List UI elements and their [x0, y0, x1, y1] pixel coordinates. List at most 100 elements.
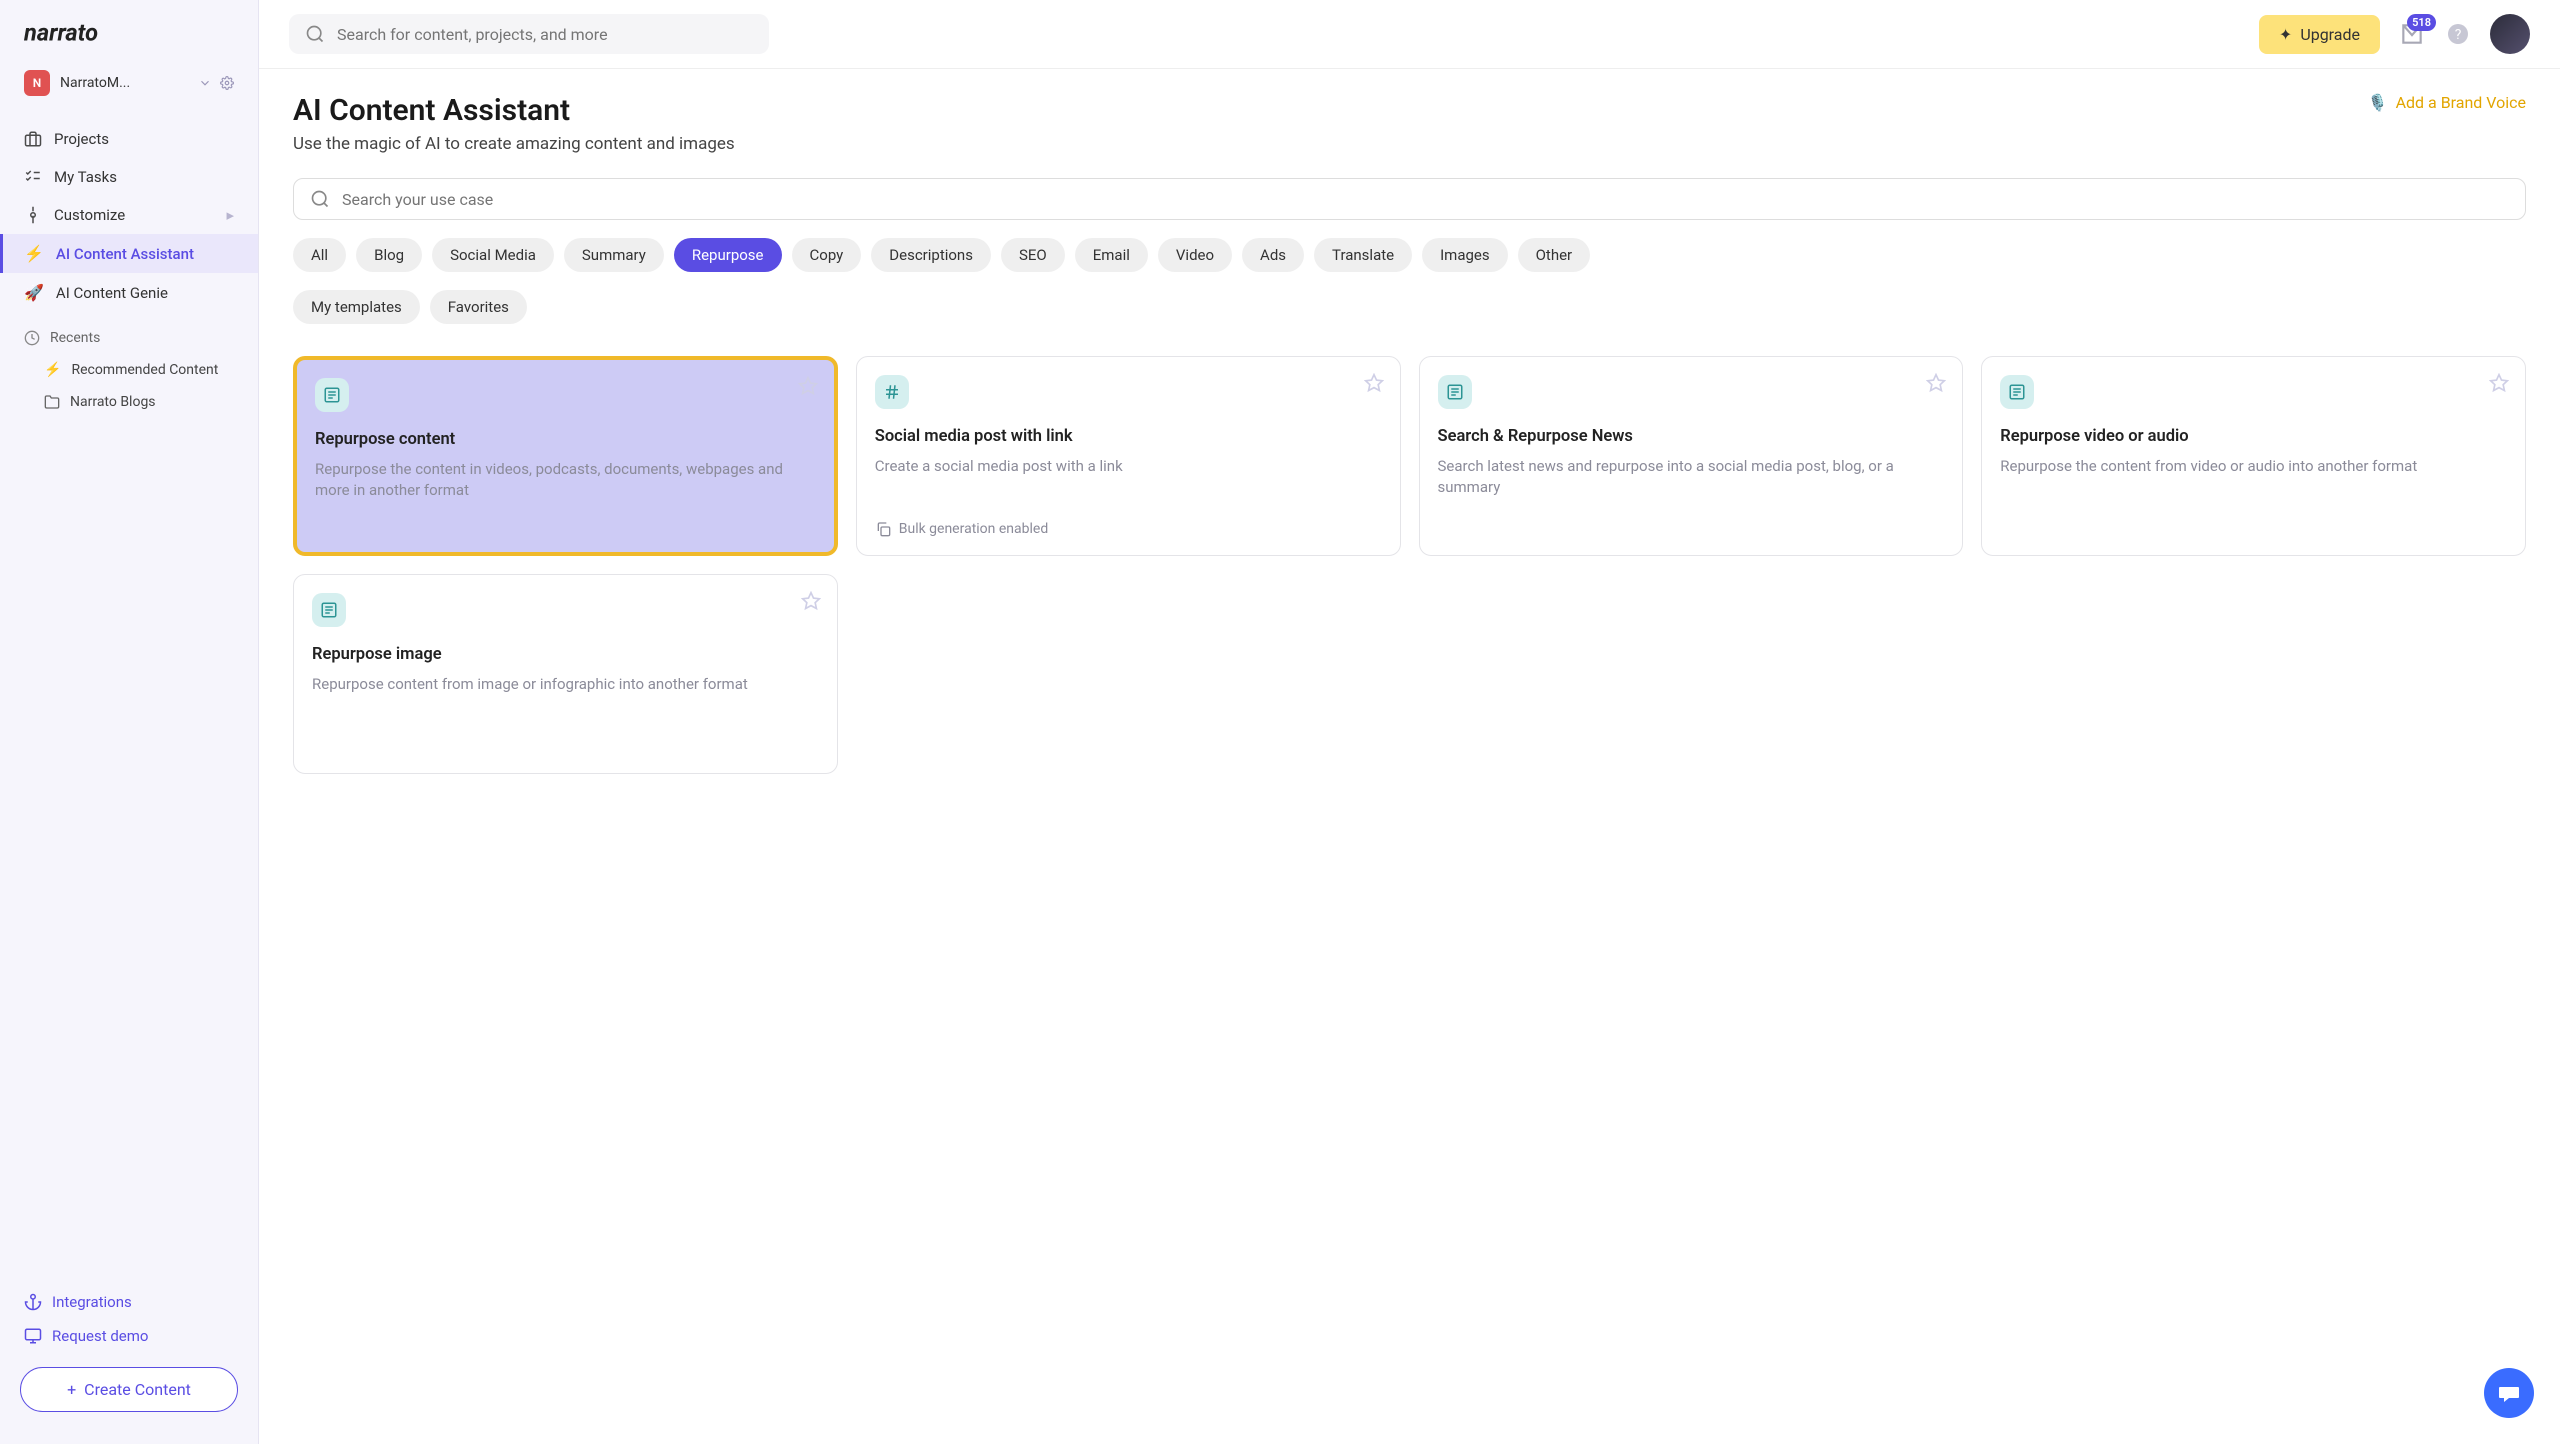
filter-row-1: All Blog Social Media Summary Repurpose Copy D…	[293, 238, 2526, 272]
chat-fab[interactable]	[2484, 1368, 2534, 1418]
favorite-star-icon[interactable]	[2489, 373, 2509, 393]
filter-chip-summary[interactable]: Summary	[564, 238, 664, 272]
copy-icon	[875, 521, 891, 537]
usecase-card[interactable]: Repurpose content Repurpose the content i…	[293, 356, 838, 556]
search-icon	[310, 189, 330, 209]
sidebar-item-ai-genie[interactable]: 🚀 AI Content Genie	[0, 273, 258, 312]
recents-header: Recents	[0, 312, 258, 354]
help-button[interactable]: ?	[2444, 20, 2472, 48]
filter-chip-blog[interactable]: Blog	[356, 238, 422, 272]
card-description: Repurpose the content in videos, podcast…	[315, 459, 816, 501]
rocket-icon: 🚀	[24, 283, 44, 302]
sidebar-item-label: Projects	[54, 130, 109, 148]
monitor-icon	[24, 1327, 42, 1345]
inbox-button[interactable]: 518	[2398, 20, 2426, 48]
clock-icon	[24, 330, 40, 346]
sidebar-item-label: AI Content Genie	[56, 284, 168, 302]
create-content-button[interactable]: + Create Content	[20, 1367, 238, 1412]
help-icon: ?	[2446, 22, 2470, 46]
recent-item-label: Recommended Content	[71, 362, 218, 378]
card-title: Social media post with link	[875, 427, 1382, 446]
favorite-star-icon[interactable]	[1364, 373, 1384, 393]
card-icon	[312, 593, 346, 627]
workspace-name: NarratoM...	[60, 75, 188, 91]
recent-item-label: Narrato Blogs	[70, 394, 156, 410]
usecase-card[interactable]: Repurpose image Repurpose content from im…	[293, 574, 838, 774]
sidebar-item-projects[interactable]: Projects	[0, 120, 258, 158]
mic-icon: 🎙️	[2368, 93, 2388, 112]
topbar: ✦ Upgrade 518 ?	[259, 0, 2560, 69]
card-title: Repurpose image	[312, 645, 819, 664]
usecase-search-input[interactable]	[342, 190, 2509, 209]
upgrade-button[interactable]: ✦ Upgrade	[2259, 15, 2380, 54]
main-panel: ✦ Upgrade 518 ? AI Content Assistant Use…	[259, 0, 2560, 1444]
add-brand-voice-link[interactable]: 🎙️ Add a Brand Voice	[2368, 93, 2526, 112]
chevron-down-icon[interactable]	[198, 76, 212, 90]
card-icon	[875, 375, 909, 409]
page-title: AI Content Assistant	[293, 93, 735, 128]
usecase-card[interactable]: Search & Repurpose News Search latest new…	[1419, 356, 1964, 556]
sidebar: narrato N NarratoM... Projects My Tasks …	[0, 0, 259, 1444]
folder-icon	[44, 394, 60, 410]
usecase-card[interactable]: Social media post with link Create a soci…	[856, 356, 1401, 556]
brand-logo[interactable]: narrato	[0, 10, 258, 64]
filter-chip-images[interactable]: Images	[1422, 238, 1508, 272]
svg-text:narrato: narrato	[24, 18, 98, 46]
page-subtitle: Use the magic of AI to create amazing co…	[293, 134, 735, 154]
filter-chip-ads[interactable]: Ads	[1242, 238, 1304, 272]
filter-row-2: My templates Favorites	[293, 290, 2526, 324]
sparkle-icon: ✦	[2279, 25, 2292, 44]
sidebar-item-ai-assistant[interactable]: ⚡ AI Content Assistant	[0, 234, 258, 273]
sliders-icon	[24, 206, 42, 224]
sidebar-item-label: My Tasks	[54, 168, 117, 186]
sidebar-item-label: Customize	[54, 206, 125, 224]
recent-item[interactable]: Narrato Blogs	[0, 386, 258, 418]
bulk-enabled-tag: Bulk generation enabled	[875, 509, 1382, 537]
filter-chip-copy[interactable]: Copy	[792, 238, 862, 272]
avatar[interactable]	[2490, 14, 2530, 54]
filter-chip-descriptions[interactable]: Descriptions	[871, 238, 991, 272]
filter-chip-favorites[interactable]: Favorites	[430, 290, 527, 324]
request-demo-link[interactable]: Request demo	[20, 1319, 238, 1353]
sidebar-item-customize[interactable]: Customize ▸	[0, 196, 258, 234]
favorite-star-icon[interactable]	[1926, 373, 1946, 393]
filter-chip-social-media[interactable]: Social Media	[432, 238, 554, 272]
filter-chip-seo[interactable]: SEO	[1001, 238, 1065, 272]
filter-chip-my-templates[interactable]: My templates	[293, 290, 420, 324]
chevron-right-icon: ▸	[226, 206, 234, 224]
usecase-search[interactable]	[293, 178, 2526, 220]
integrations-link[interactable]: Integrations	[20, 1285, 238, 1319]
global-search[interactable]	[289, 14, 769, 54]
card-icon	[1438, 375, 1472, 409]
bolt-icon: ⚡	[24, 244, 44, 263]
search-icon	[305, 24, 325, 44]
notification-badge: 518	[2407, 14, 2436, 31]
anchor-icon	[24, 1293, 42, 1311]
favorite-star-icon[interactable]	[798, 376, 818, 396]
gear-icon[interactable]	[220, 76, 234, 90]
global-search-input[interactable]	[337, 25, 753, 44]
card-title: Repurpose content	[315, 430, 816, 449]
filter-chip-other[interactable]: Other	[1518, 238, 1591, 272]
workspace-initial: N	[24, 70, 50, 96]
card-icon	[2000, 375, 2034, 409]
filter-chip-email[interactable]: Email	[1075, 238, 1148, 272]
workspace-switcher[interactable]: N NarratoM...	[0, 64, 258, 110]
usecase-card[interactable]: Repurpose video or audio Repurpose the co…	[1981, 356, 2526, 556]
sidebar-item-tasks[interactable]: My Tasks	[0, 158, 258, 196]
primary-nav: Projects My Tasks Customize ▸ ⚡ AI Conte…	[0, 110, 258, 312]
card-description: Repurpose the content from video or audi…	[2000, 456, 2507, 477]
filter-chip-repurpose[interactable]: Repurpose	[674, 238, 782, 272]
filter-chip-all[interactable]: All	[293, 238, 346, 272]
card-description: Create a social media post with a link	[875, 456, 1382, 477]
card-title: Repurpose video or audio	[2000, 427, 2507, 446]
filter-chip-video[interactable]: Video	[1158, 238, 1232, 272]
card-description: Search latest news and repurpose into a …	[1438, 456, 1945, 498]
card-description: Repurpose content from image or infograp…	[312, 674, 819, 695]
svg-text:?: ?	[2455, 27, 2462, 43]
favorite-star-icon[interactable]	[801, 591, 821, 611]
recent-item[interactable]: ⚡ Recommended Content	[0, 354, 258, 386]
card-title: Search & Repurpose News	[1438, 427, 1945, 446]
filter-chip-translate[interactable]: Translate	[1314, 238, 1412, 272]
bolt-icon: ⚡	[44, 362, 61, 378]
